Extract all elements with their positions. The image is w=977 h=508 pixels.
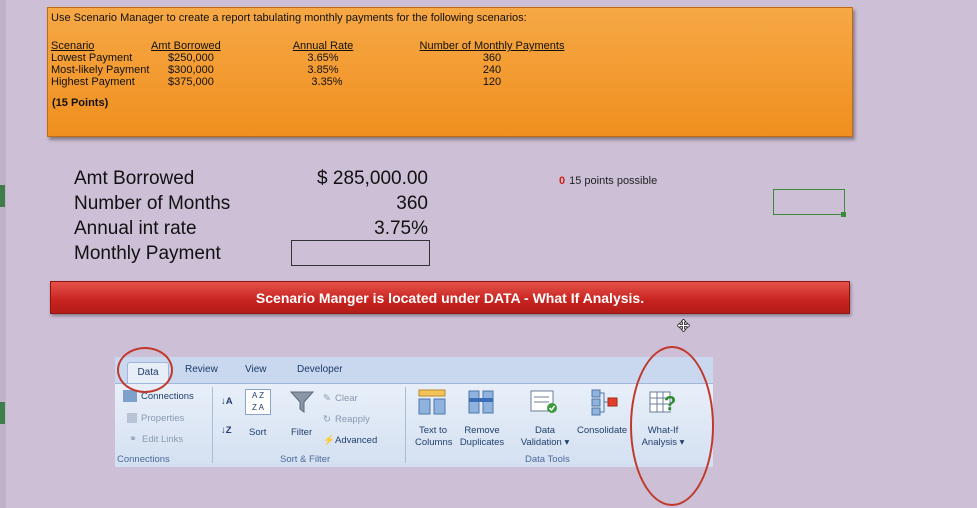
data-tools-group-label: Data Tools	[525, 454, 570, 465]
reapply-button[interactable]: Reapply	[335, 414, 370, 425]
filter-icon	[289, 391, 315, 413]
scenario-column: Scenario Lowest Payment Most-likely Paym…	[51, 40, 149, 88]
clear-icon: ✎	[323, 393, 331, 404]
data-validation-label: Data	[534, 425, 556, 436]
annual-rate-header: Annual Rate	[292, 40, 354, 52]
properties-button[interactable]: Properties	[141, 413, 184, 424]
months-label: Number of Months	[74, 193, 231, 214]
num-payments-header: Number of Monthly Payments	[419, 40, 565, 52]
link-icon: ⚭	[129, 434, 137, 445]
remove-duplicates-label: Remove	[464, 425, 500, 436]
amt-borrowed-column: Amt Borrowed $250,000 $300,000 $375,000	[151, 40, 231, 88]
sort-ascending-icon[interactable]: ↓A	[221, 396, 233, 407]
consolidate-icon	[591, 389, 618, 416]
text-to-columns-icon	[418, 389, 446, 415]
rate-cell[interactable]: 3.75%	[300, 216, 428, 241]
score-indicator: 0 15 points possible	[559, 175, 657, 187]
remove-duplicates-icon	[468, 390, 494, 414]
score-text: 15 points possible	[569, 175, 658, 187]
row-selection-mark	[0, 402, 5, 424]
connections-icon	[123, 390, 137, 402]
clear-button[interactable]: Clear	[335, 393, 358, 404]
sort-dialog-icon: A ZZ A	[245, 389, 271, 415]
payments-value: 360	[482, 52, 502, 64]
rate-value: 3.65%	[307, 52, 339, 64]
rate-label: Annual int rate	[74, 218, 197, 239]
data-tab-annotation	[117, 347, 173, 393]
fill-handle[interactable]	[841, 212, 846, 217]
monthly-payment-cell[interactable]	[291, 240, 430, 266]
amt-borrowed-cell[interactable]: $ 285,000.00	[300, 166, 428, 191]
payments-value: 240	[482, 64, 502, 76]
advanced-icon: ⚡	[323, 435, 335, 446]
data-validation-button[interactable]: Data Validation ▾	[516, 425, 574, 449]
edit-links-button[interactable]: Edit Links	[142, 434, 183, 445]
excel-ribbon: Data Review View Developer Connections P…	[115, 357, 713, 467]
text-to-columns-label: Text to	[419, 425, 447, 436]
connections-group-label: Connections	[117, 454, 170, 465]
reapply-icon: ↻	[323, 414, 331, 425]
remove-duplicates-button[interactable]: Remove Duplicates	[456, 425, 508, 449]
sort-filter-group-label: Sort & Filter	[280, 454, 331, 465]
selected-cell[interactable]	[773, 189, 845, 215]
instructions-title: Use Scenario Manager to create a report …	[51, 12, 527, 24]
instructions-box: Use Scenario Manager to create a report …	[47, 7, 853, 137]
payment-label: Monthly Payment	[74, 243, 221, 264]
amt-value: $300,000	[168, 64, 214, 76]
hint-banner-text: Scenario Manger is located under DATA - …	[255, 289, 645, 306]
sort-button[interactable]: Sort	[249, 427, 266, 438]
what-if-annotation	[630, 346, 714, 506]
text-to-columns-button[interactable]: Text to Columns	[415, 425, 453, 449]
advanced-button[interactable]: Advanced	[335, 435, 377, 446]
scenario-name: Highest Payment	[51, 76, 135, 88]
data-validation-icon	[530, 390, 557, 413]
move-cursor-icon	[677, 319, 690, 332]
amt-borrowed-header: Amt Borrowed	[151, 40, 221, 52]
scenario-name: Most-likely Payment	[51, 64, 150, 76]
amt-value: $375,000	[168, 76, 214, 88]
tab-review[interactable]: Review	[185, 364, 218, 375]
rate-value: 3.85%	[307, 64, 339, 76]
text-to-columns-label: Columns	[415, 437, 453, 448]
months-cell[interactable]: 360	[300, 191, 428, 216]
input-values: $ 285,000.00 360 3.75%	[300, 166, 428, 241]
tab-developer[interactable]: Developer	[297, 364, 343, 375]
annual-rate-column: Annual Rate 3.65% 3.85% 3.35%	[287, 40, 359, 88]
num-payments-column: Number of Monthly Payments 360 240 120	[410, 40, 574, 88]
filter-button[interactable]: Filter	[291, 427, 312, 438]
sort-descending-icon[interactable]: ↓Z	[221, 425, 232, 436]
tab-view[interactable]: View	[245, 364, 267, 375]
sheet-left-strip	[0, 0, 6, 508]
rate-value: 3.35%	[311, 76, 343, 88]
properties-icon	[127, 413, 137, 423]
data-validation-label: Validation ▾	[520, 437, 570, 448]
payments-value: 120	[482, 76, 502, 88]
amt-value: $250,000	[168, 52, 214, 64]
consolidate-button[interactable]: Consolidate	[577, 425, 627, 436]
input-labels: Amt Borrowed Number of Months Annual int…	[74, 166, 230, 266]
scenario-header: Scenario	[51, 40, 95, 52]
score-value: 0	[559, 175, 566, 187]
row-selection-mark	[0, 185, 5, 207]
scenario-name: Lowest Payment	[51, 52, 133, 64]
amt-borrowed-label: Amt Borrowed	[74, 168, 195, 189]
group-separator	[212, 387, 213, 463]
remove-duplicates-label: Duplicates	[459, 437, 505, 448]
group-separator	[405, 387, 406, 463]
hint-banner: Scenario Manger is located under DATA - …	[50, 281, 850, 314]
points-label: (15 Points)	[52, 97, 109, 109]
